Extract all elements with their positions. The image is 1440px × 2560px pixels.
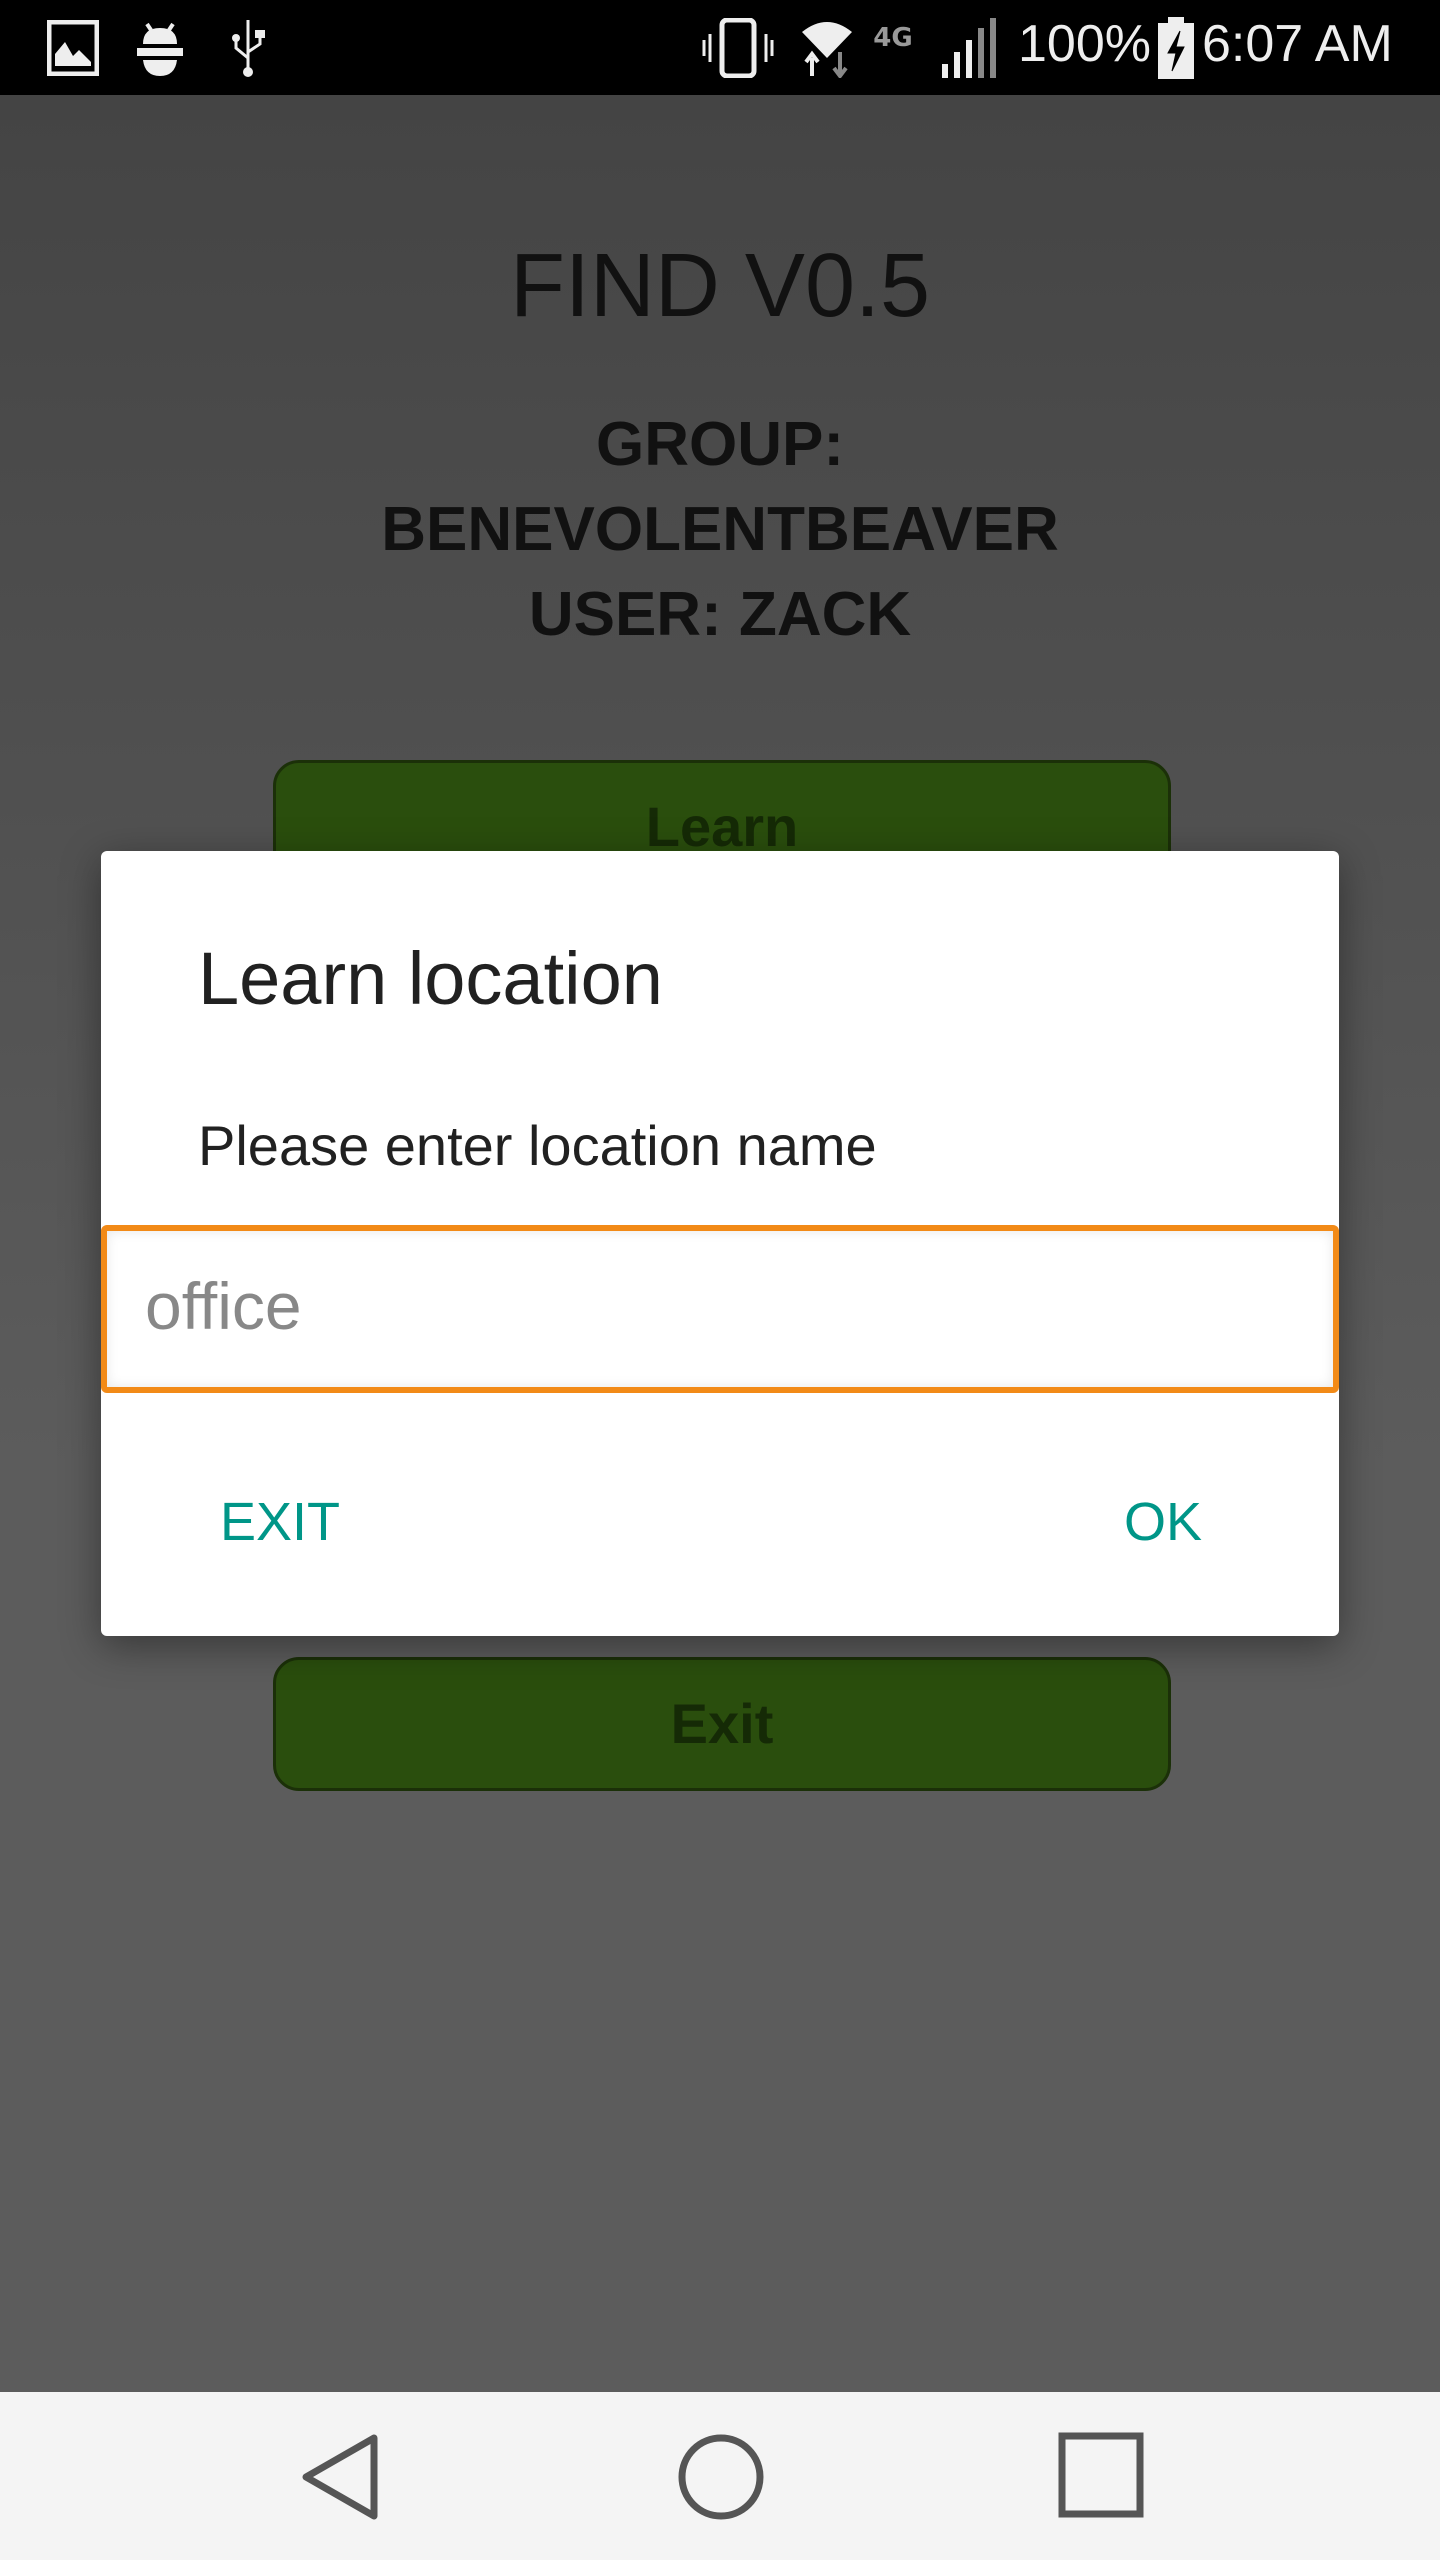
dialog-title: Learn location xyxy=(198,937,663,1020)
clock: 6:07 AM xyxy=(1202,15,1393,73)
learn-location-dialog: Learn location Please enter location nam… xyxy=(101,851,1339,1636)
android-debug-icon xyxy=(135,18,185,78)
home-icon[interactable] xyxy=(676,2432,766,2522)
gallery-icon xyxy=(45,18,101,78)
dialog-message: Please enter location name xyxy=(198,1114,877,1177)
exit-button[interactable]: Exit xyxy=(273,1657,1171,1791)
vibrate-icon xyxy=(700,18,776,78)
location-name-input[interactable]: office xyxy=(101,1225,1339,1393)
group-name: BENEVOLENTBEAVER xyxy=(381,495,1059,564)
group-label: GROUP: xyxy=(596,410,844,479)
status-bar: 4G 100% 6:07 AM xyxy=(0,0,1440,95)
user-label: USER: ZACK xyxy=(528,580,912,649)
battery-percent: 100% xyxy=(1018,15,1151,73)
navigation-bar xyxy=(0,2392,1440,2560)
4g-lte-icon: 4G xyxy=(873,23,913,53)
wifi-icon xyxy=(800,18,855,78)
app-title: FIND V0.5 xyxy=(509,236,931,336)
back-icon[interactable] xyxy=(298,2432,382,2522)
usb-icon xyxy=(228,18,268,78)
dialog-ok-button[interactable]: OK xyxy=(1124,1491,1202,1553)
recents-icon[interactable] xyxy=(1058,2432,1144,2518)
battery-charging-icon xyxy=(1158,17,1194,79)
dialog-exit-button[interactable]: EXIT xyxy=(220,1491,340,1553)
signal-icon xyxy=(940,18,1000,78)
